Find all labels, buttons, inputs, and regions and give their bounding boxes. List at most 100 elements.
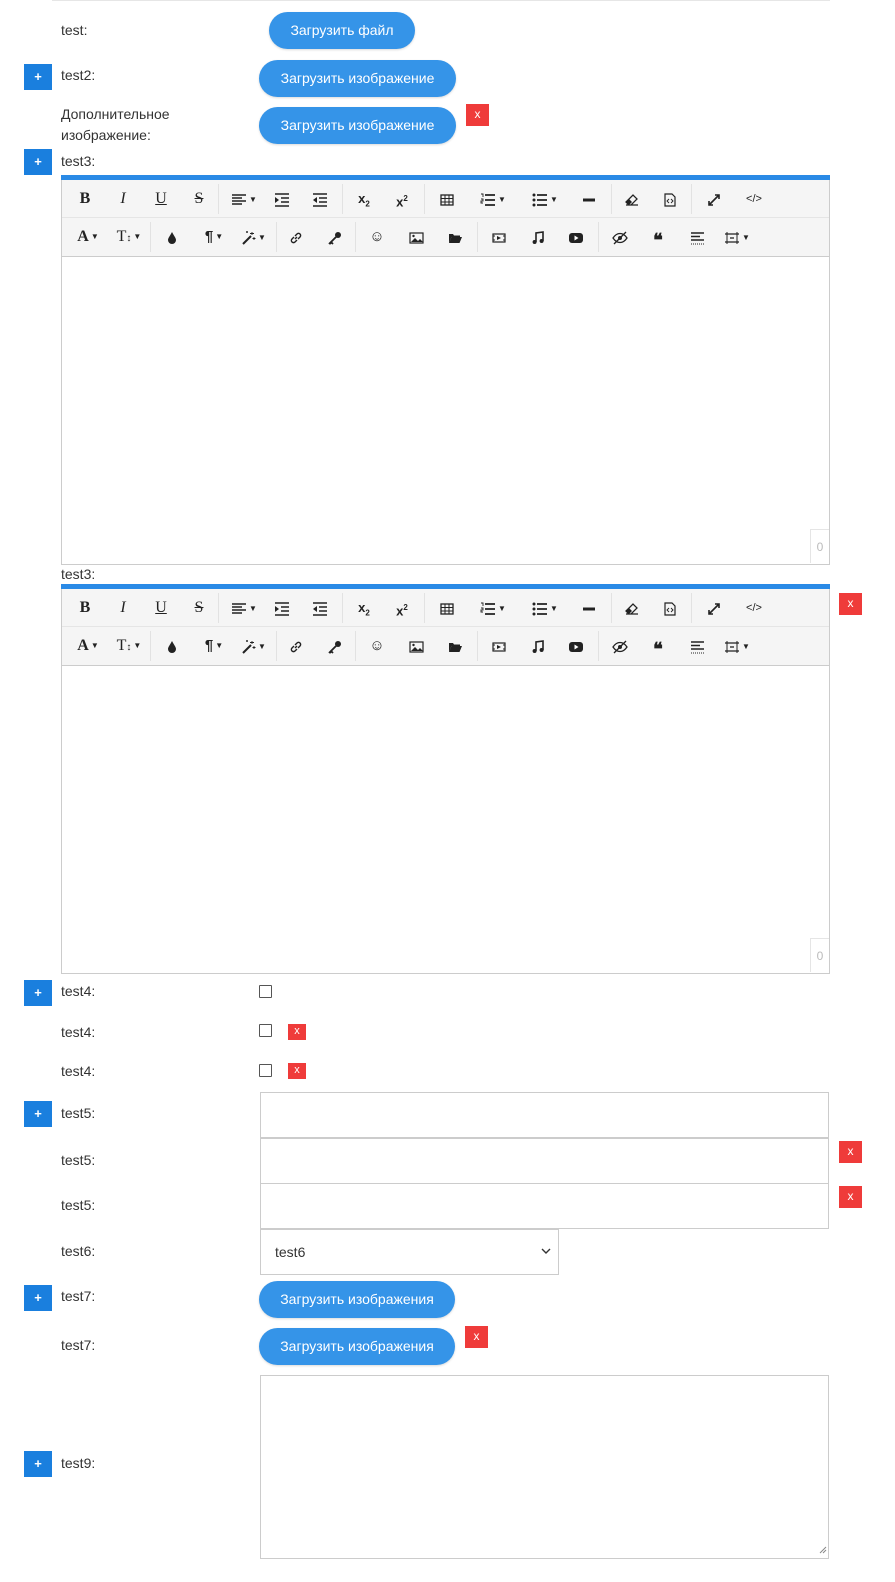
paragraph-icon[interactable]: ¶ ▼ [200, 636, 228, 656]
font-color-icon[interactable]: A ▼ [74, 636, 102, 656]
audio-icon[interactable] [528, 227, 548, 247]
outdent-icon[interactable] [310, 598, 330, 618]
image-icon[interactable] [406, 636, 426, 656]
strikethrough-icon[interactable]: S [190, 189, 208, 209]
test5-input-3[interactable] [260, 1183, 829, 1229]
test9-textarea[interactable] [260, 1375, 829, 1559]
bold-icon[interactable]: B [76, 598, 94, 618]
editor-content-area[interactable]: 0 [62, 666, 829, 972]
ordered-list-icon[interactable]: ▼ [475, 598, 511, 618]
italic-icon[interactable]: I [114, 598, 132, 618]
upload-file-button[interactable]: Загрузить файл [269, 12, 415, 49]
ordered-list-icon[interactable]: ▼ [475, 189, 511, 209]
indent-icon[interactable] [272, 598, 292, 618]
video-icon[interactable] [489, 227, 509, 247]
italic-icon[interactable]: I [114, 189, 132, 209]
emoji-icon[interactable]: ☺ [367, 227, 387, 247]
add-test5-button[interactable]: + [24, 1101, 52, 1127]
upload-images-button[interactable]: Загрузить изображения [259, 1281, 455, 1318]
horizontal-rule-icon[interactable] [579, 598, 599, 618]
test3-label-2: test3: [61, 566, 96, 582]
source-file-icon[interactable] [660, 598, 680, 618]
image-icon[interactable] [406, 227, 426, 247]
youtube-icon[interactable] [566, 636, 586, 656]
remove-test7-button[interactable]: x [465, 1326, 488, 1348]
char-counter: 0 [810, 529, 829, 563]
underline-icon[interactable]: U [152, 598, 170, 618]
remove-test5-button[interactable]: x [839, 1141, 862, 1163]
test5-input-2[interactable] [260, 1138, 829, 1184]
key-icon[interactable] [325, 636, 345, 656]
upload-extra-image-button[interactable]: Загрузить изображение [259, 107, 456, 144]
link-icon[interactable] [286, 636, 306, 656]
audio-icon[interactable] [528, 636, 548, 656]
text-align-icon[interactable] [687, 227, 707, 247]
paragraph-icon[interactable]: ¶ ▼ [200, 227, 228, 247]
add-test3-button[interactable]: + [24, 149, 52, 175]
ink-drop-icon[interactable] [162, 227, 182, 247]
strikethrough-icon[interactable]: S [190, 598, 208, 618]
eraser-icon[interactable] [622, 598, 642, 618]
source-file-icon[interactable] [660, 189, 680, 209]
hide-icon[interactable] [610, 227, 630, 247]
table-icon[interactable] [437, 598, 457, 618]
align-icon[interactable]: ▼ [230, 189, 258, 209]
remove-test4-button-2[interactable]: x [288, 1063, 306, 1079]
text-align-icon[interactable] [687, 636, 707, 656]
key-icon[interactable] [325, 227, 345, 247]
add-test9-button[interactable]: + [24, 1451, 52, 1477]
code-view-icon[interactable]: </> [742, 598, 766, 618]
quote-icon[interactable]: ❝ [648, 636, 668, 659]
font-color-icon[interactable]: A ▼ [74, 227, 102, 247]
link-icon[interactable] [286, 227, 306, 247]
unordered-list-icon[interactable]: ▼ [527, 189, 563, 209]
magic-wand-icon[interactable]: ▼ [240, 227, 268, 247]
add-test4-button[interactable]: + [24, 980, 52, 1006]
font-size-icon[interactable]: T↕ ▼ [114, 636, 144, 656]
font-size-icon[interactable]: T↕ ▼ [114, 227, 144, 247]
video-icon[interactable] [489, 636, 509, 656]
subscript-icon[interactable]: x2 [354, 189, 374, 209]
ink-drop-icon[interactable] [162, 636, 182, 656]
eraser-icon[interactable] [622, 189, 642, 209]
test5-input[interactable] [260, 1092, 829, 1138]
add-test7-button[interactable]: + [24, 1285, 52, 1311]
emoji-icon[interactable]: ☺ [367, 636, 387, 656]
remove-test3-button[interactable]: x [839, 593, 862, 615]
indent-icon[interactable] [272, 189, 292, 209]
superscript-icon[interactable]: x2 [392, 598, 412, 618]
superscript-icon[interactable]: x2 [392, 189, 412, 209]
remove-test5-button-2[interactable]: x [839, 1186, 862, 1208]
upload-image-button[interactable]: Загрузить изображение [259, 60, 456, 97]
test4-label-2: test4: [61, 1024, 96, 1040]
editor-content-area[interactable]: 0 [62, 257, 829, 563]
fullscreen-icon[interactable] [704, 598, 724, 618]
underline-icon[interactable]: U [152, 189, 170, 209]
youtube-icon[interactable] [566, 227, 586, 247]
upload-images-button-2[interactable]: Загрузить изображения [259, 1328, 455, 1365]
line-height-icon[interactable]: ▼ [722, 636, 752, 656]
folder-icon[interactable] [445, 636, 465, 656]
add-test2-button[interactable]: + [24, 64, 52, 90]
remove-test4-button[interactable]: x [288, 1024, 306, 1040]
code-view-icon[interactable]: </> [742, 189, 766, 209]
unordered-list-icon[interactable]: ▼ [527, 598, 563, 618]
test6-select[interactable]: test6 [260, 1229, 559, 1275]
folder-icon[interactable] [445, 227, 465, 247]
test4-checkbox-3[interactable] [259, 1064, 272, 1077]
bold-icon[interactable]: B [76, 189, 94, 209]
fullscreen-icon[interactable] [704, 189, 724, 209]
horizontal-rule-icon[interactable] [579, 189, 599, 209]
table-icon[interactable] [437, 189, 457, 209]
test4-checkbox[interactable] [259, 985, 272, 998]
quote-icon[interactable]: ❝ [648, 227, 668, 250]
outdent-icon[interactable] [310, 189, 330, 209]
hide-icon[interactable] [610, 636, 630, 656]
magic-wand-icon[interactable]: ▼ [240, 636, 268, 656]
align-icon[interactable]: ▼ [230, 598, 258, 618]
line-height-icon[interactable]: ▼ [722, 227, 752, 247]
remove-extra-image-button[interactable]: x [466, 104, 489, 126]
subscript-icon[interactable]: x2 [354, 598, 374, 618]
test4-checkbox-2[interactable] [259, 1024, 272, 1037]
resize-handle-icon[interactable] [818, 1541, 827, 1557]
